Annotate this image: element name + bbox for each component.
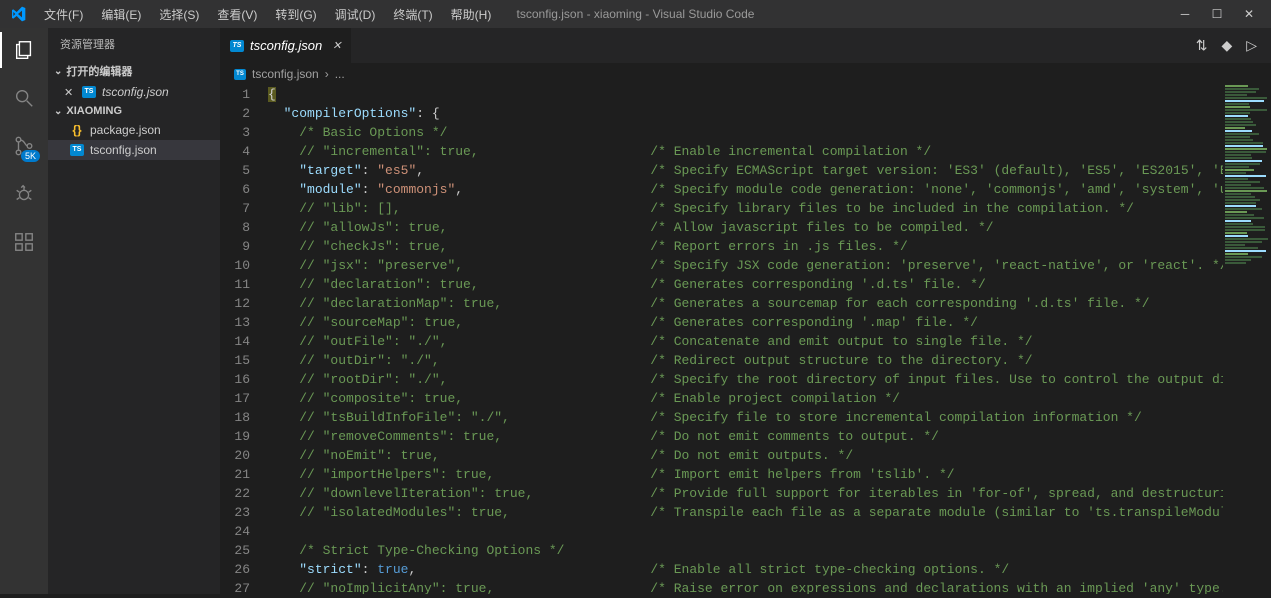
minimize-icon[interactable]: ─ bbox=[1179, 7, 1191, 21]
breadcrumb-file: tsconfig.json bbox=[252, 67, 319, 81]
file-name: package.json bbox=[90, 123, 161, 137]
tab-bar: TS tsconfig.json ✕ ⇅ ◆ ▷ bbox=[220, 28, 1271, 63]
menu-item[interactable]: 转到(G) bbox=[267, 2, 324, 27]
search-icon[interactable] bbox=[10, 84, 38, 112]
minimap[interactable] bbox=[1223, 85, 1271, 594]
chevron-down-icon: ⌄ bbox=[54, 66, 62, 77]
explorer-sidebar: 资源管理器 ⌄ 打开的编辑器 ✕ TS tsconfig.json ⌄ XIAO… bbox=[48, 28, 220, 594]
file-tree-item[interactable]: TS tsconfig.json bbox=[48, 140, 220, 160]
tab-label: tsconfig.json bbox=[250, 38, 322, 53]
project-section[interactable]: ⌄ XIAOMING bbox=[48, 102, 220, 120]
tab-tsconfig[interactable]: TS tsconfig.json ✕ bbox=[220, 28, 352, 63]
menu-item[interactable]: 调试(D) bbox=[327, 2, 384, 27]
ts-file-icon: TS bbox=[230, 40, 244, 52]
activity-bar: 5K bbox=[0, 28, 48, 594]
open-editors-label: 打开的编辑器 bbox=[66, 63, 132, 79]
menu-item[interactable]: 查看(V) bbox=[209, 2, 265, 27]
close-editor-icon[interactable]: ✕ bbox=[64, 86, 76, 99]
scm-badge: 5K bbox=[21, 150, 40, 162]
menu-item[interactable]: 编辑(E) bbox=[93, 2, 149, 27]
chevron-down-icon: ⌄ bbox=[54, 106, 62, 117]
source-control-icon[interactable]: 5K bbox=[10, 132, 38, 160]
menu-item[interactable]: 文件(F) bbox=[36, 2, 91, 27]
open-editors-section[interactable]: ⌄ 打开的编辑器 bbox=[48, 60, 220, 82]
open-editor-filename: tsconfig.json bbox=[102, 85, 169, 99]
open-editor-item[interactable]: ✕ TS tsconfig.json bbox=[48, 82, 220, 102]
menu-bar: 文件(F)编辑(E)选择(S)查看(V)转到(G)调试(D)终端(T)帮助(H) bbox=[36, 2, 499, 27]
json-file-icon: {} bbox=[72, 123, 81, 137]
file-tree-item[interactable]: {} package.json bbox=[48, 120, 220, 140]
code-content[interactable]: { "compilerOptions": { /* Basic Options … bbox=[268, 85, 1271, 594]
editor-area: TS tsconfig.json ✕ ⇅ ◆ ▷ TS tsconfig.jso… bbox=[220, 28, 1271, 594]
close-icon[interactable]: ✕ bbox=[1243, 7, 1255, 21]
extensions-icon[interactable] bbox=[10, 228, 38, 256]
breadcrumb[interactable]: TS tsconfig.json › ... bbox=[220, 63, 1271, 85]
tab-close-icon[interactable]: ✕ bbox=[332, 39, 341, 52]
open-changes-icon[interactable]: ◆ bbox=[1221, 37, 1232, 54]
ts-file-icon: TS bbox=[234, 69, 246, 80]
ts-file-icon: TS bbox=[82, 86, 96, 98]
code-editor[interactable]: 1234567891011121314151617181920212223242… bbox=[220, 85, 1271, 594]
menu-item[interactable]: 终端(T) bbox=[385, 2, 440, 27]
maximize-icon[interactable]: ☐ bbox=[1211, 7, 1223, 21]
explorer-icon[interactable] bbox=[10, 36, 38, 64]
debug-icon[interactable] bbox=[10, 180, 38, 208]
file-name: tsconfig.json bbox=[90, 143, 157, 157]
compare-changes-icon[interactable]: ⇅ bbox=[1196, 37, 1208, 54]
menu-item[interactable]: 选择(S) bbox=[151, 2, 207, 27]
breadcrumb-sep: › bbox=[325, 67, 329, 81]
menu-item[interactable]: 帮助(H) bbox=[443, 2, 500, 27]
editor-actions: ⇅ ◆ ▷ bbox=[1182, 28, 1271, 63]
vscode-logo-icon bbox=[10, 6, 28, 22]
line-number-gutter: 1234567891011121314151617181920212223242… bbox=[220, 85, 268, 594]
explorer-title: 资源管理器 bbox=[48, 28, 220, 60]
window-controls: ─ ☐ ✕ bbox=[1179, 7, 1263, 21]
run-icon[interactable]: ▷ bbox=[1246, 37, 1257, 54]
breadcrumb-rest: ... bbox=[335, 67, 345, 81]
titlebar: 文件(F)编辑(E)选择(S)查看(V)转到(G)调试(D)终端(T)帮助(H)… bbox=[0, 0, 1271, 28]
project-label: XIAOMING bbox=[66, 105, 122, 117]
ts-file-icon: TS bbox=[70, 144, 84, 156]
